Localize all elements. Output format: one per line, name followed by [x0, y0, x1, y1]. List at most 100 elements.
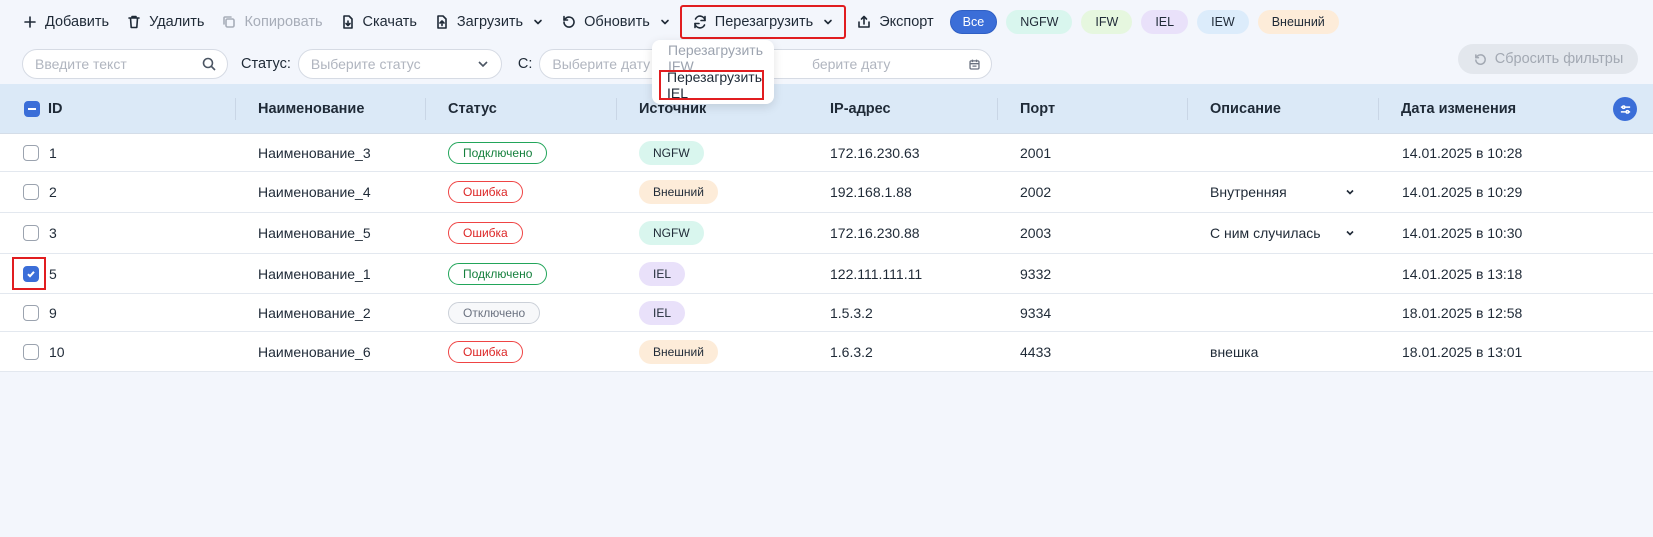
source-chip-iel[interactable]: IEL [1141, 10, 1189, 34]
reload-dropdown-menu: Перезагрузить IFW Перезагрузить IEL [652, 40, 774, 104]
reload-icon [693, 15, 706, 29]
table-body: 1 Наименование_3 Подключено NGFW 172.16.… [0, 134, 1653, 372]
selection-highlight [12, 257, 46, 290]
status-filter-label: Статус: [241, 56, 291, 72]
column-header-port[interactable]: Порт [1020, 84, 1055, 134]
refresh-button[interactable]: Обновить [561, 7, 671, 37]
source-chip-все[interactable]: Все [949, 10, 998, 34]
add-button[interactable]: Добавить [22, 7, 109, 37]
filter-bar: Введите текст Статус: Выберите статус С:… [0, 44, 1653, 84]
row-checkbox[interactable] [23, 213, 39, 253]
column-header-date[interactable]: Дата изменения [1401, 84, 1516, 134]
plus-icon [24, 16, 36, 28]
row-checkbox[interactable] [23, 172, 39, 212]
cell-port: 2001 [1020, 144, 1052, 161]
cell-source: Внешний [639, 172, 718, 212]
reload-ifw-menu-item[interactable]: Перезагрузить IFW [652, 42, 774, 74]
cell-source: IEL [639, 294, 686, 331]
column-header-id[interactable]: ID [48, 84, 63, 134]
date-from-label: С: [517, 56, 533, 72]
cell-ip: 1.5.3.2 [830, 304, 873, 321]
table-row[interactable]: 10 Наименование_6 Ошибка Внешний 1.6.3.2… [0, 332, 1653, 372]
table-row[interactable]: 1 Наименование_3 Подключено NGFW 172.16.… [0, 134, 1653, 172]
column-header-status[interactable]: Статус [448, 84, 497, 134]
search-placeholder: Введите текст [35, 56, 127, 72]
column-header-ip[interactable]: IP-адрес [830, 84, 891, 134]
source-badge: IEL [639, 300, 686, 325]
upload-button[interactable]: Загрузить [434, 7, 544, 37]
source-chip-ifw[interactable]: IFW [1081, 10, 1133, 34]
status-select-placeholder: Выберите статус [310, 56, 421, 72]
cell-name: Наименование_6 [258, 343, 371, 360]
row-checkbox[interactable] [23, 294, 39, 331]
cell-description: С ним случилась [1210, 225, 1321, 241]
source-chip-ngfw[interactable]: NGFW [1006, 10, 1073, 34]
calendar-icon [969, 59, 980, 70]
row-checkbox[interactable] [23, 134, 39, 171]
cell-port: 4433 [1020, 343, 1052, 360]
column-header-description[interactable]: Описание [1210, 84, 1281, 134]
reload-iel-menu-item[interactable]: Перезагрузить IEL [659, 69, 764, 101]
search-icon [202, 57, 216, 71]
cell-description: Внутренняя [1210, 184, 1287, 200]
cell-name: Наименование_2 [258, 304, 371, 321]
cell-ip: 172.16.230.63 [830, 144, 920, 161]
cell-id: 3 [49, 225, 57, 241]
table-header: ID Наименование Статус Источник IP-адрес… [0, 84, 1653, 134]
chevron-down-icon [1346, 189, 1354, 195]
copy-label: Копировать [244, 14, 323, 30]
table-row[interactable]: 3 Наименование_5 Ошибка NGFW 172.16.230.… [0, 213, 1653, 254]
cell-id: 9 [49, 304, 57, 321]
upload-label: Загрузить [456, 14, 524, 30]
expand-description-button[interactable] [1344, 172, 1356, 212]
reload-button[interactable]: Перезагрузить [679, 5, 847, 39]
reload-label: Перезагрузить [714, 14, 814, 30]
export-label: Экспорт [879, 14, 934, 30]
delete-label: Удалить [149, 14, 205, 30]
status-select[interactable]: Выберите статус [297, 49, 502, 79]
toolbar: Добавить Удалить Копировать Скачать Загр… [0, 0, 1653, 44]
chevron-down-icon [478, 61, 488, 68]
download-file-icon [342, 15, 353, 29]
cell-port: 2003 [1020, 225, 1052, 241]
cell-ip: 192.168.1.88 [830, 184, 912, 200]
cell-source: Внешний [639, 332, 718, 371]
source-badge: NGFW [639, 140, 704, 165]
cell-source: NGFW [639, 213, 704, 253]
cell-ip: 1.6.3.2 [830, 343, 873, 360]
row-checkbox[interactable] [23, 332, 39, 371]
cell-status: Ошибка [448, 213, 523, 253]
expand-description-button[interactable] [1344, 213, 1356, 253]
cell-date: 14.01.2025 в 10:29 [1402, 184, 1523, 200]
copy-button[interactable]: Копировать [221, 7, 323, 37]
status-badge: Отключено [448, 301, 541, 324]
table-row[interactable]: 5 Наименование_1 Подключено IEL 122.111.… [0, 254, 1653, 294]
cell-date: 14.01.2025 в 10:28 [1402, 144, 1523, 161]
cell-date: 18.01.2025 в 12:58 [1402, 304, 1523, 321]
cell-source: IEL [639, 254, 686, 293]
download-button[interactable]: Скачать [340, 7, 417, 37]
column-header-name[interactable]: Наименование [258, 84, 364, 134]
select-all-checkbox[interactable] [24, 84, 40, 133]
export-icon [858, 15, 870, 28]
cell-name: Наименование_3 [258, 144, 371, 161]
cell-name: Наименование_5 [258, 225, 371, 241]
export-button[interactable]: Экспорт [856, 7, 934, 37]
search-input[interactable]: Введите текст [22, 49, 228, 79]
status-badge: Подключено [448, 141, 548, 164]
sliders-icon [1620, 104, 1630, 114]
cell-date: 14.01.2025 в 13:18 [1402, 265, 1523, 282]
source-badge: Внешний [639, 339, 718, 364]
table-row[interactable]: 2 Наименование_4 Ошибка Внешний 192.168.… [0, 172, 1653, 213]
status-badge: Подключено [448, 262, 548, 285]
delete-button[interactable]: Удалить [126, 7, 204, 37]
column-settings-button[interactable] [1613, 97, 1637, 121]
data-table: ID Наименование Статус Источник IP-адрес… [0, 84, 1653, 372]
source-badge: IEL [639, 261, 686, 286]
reset-filters-button[interactable]: Сбросить фильтры [1458, 44, 1638, 74]
table-row[interactable]: 9 Наименование_2 Отключено IEL 1.5.3.2 9… [0, 294, 1653, 332]
source-chip-внешний[interactable]: Внешний [1257, 10, 1339, 34]
chevron-down-icon [660, 19, 669, 25]
status-badge: Ошибка [448, 181, 523, 203]
source-chip-iew[interactable]: IEW [1197, 10, 1249, 34]
